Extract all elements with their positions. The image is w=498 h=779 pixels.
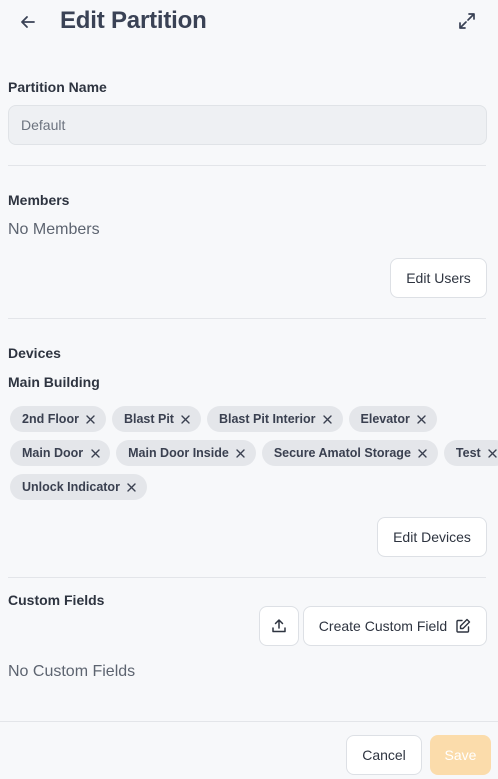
close-icon[interactable] bbox=[86, 414, 96, 424]
edit-devices-label: Edit Devices bbox=[393, 529, 471, 545]
close-icon[interactable] bbox=[90, 448, 100, 458]
device-chip: Blast Pit Interior bbox=[206, 406, 343, 432]
partition-name-label: Partition Name bbox=[8, 79, 107, 95]
close-icon[interactable] bbox=[323, 414, 333, 424]
edit-icon bbox=[456, 618, 471, 633]
edit-devices-button[interactable]: Edit Devices bbox=[377, 517, 487, 557]
close-icon[interactable] bbox=[418, 448, 428, 458]
save-button[interactable]: Save bbox=[430, 735, 491, 775]
divider bbox=[8, 318, 486, 319]
create-custom-field-button[interactable]: Create Custom Field bbox=[303, 606, 487, 646]
chip-label: Unlock Indicator bbox=[22, 480, 120, 494]
device-chip: Elevator bbox=[348, 406, 437, 432]
expand-icon bbox=[459, 13, 475, 29]
chip-label: 2nd Floor bbox=[22, 412, 79, 426]
no-custom-fields-text: No Custom Fields bbox=[8, 663, 136, 680]
device-chip: Main Door bbox=[10, 440, 111, 466]
divider bbox=[8, 165, 486, 166]
close-icon[interactable] bbox=[417, 414, 427, 424]
create-custom-field-label: Create Custom Field bbox=[318, 618, 448, 634]
arrow-left-icon bbox=[21, 16, 35, 28]
edit-users-label: Edit Users bbox=[406, 270, 471, 286]
cancel-label: Cancel bbox=[362, 747, 406, 763]
chip-row: Unlock Indicator bbox=[10, 474, 147, 500]
chip-label: Blast Pit Interior bbox=[218, 412, 316, 426]
close-icon[interactable] bbox=[181, 414, 191, 424]
close-icon[interactable] bbox=[488, 448, 498, 458]
device-chip: Test bbox=[443, 440, 498, 466]
no-members-text: No Members bbox=[8, 221, 100, 238]
chip-label: Secure Amatol Storage bbox=[273, 446, 411, 460]
chip-label: Test bbox=[455, 446, 481, 460]
custom-fields-label: Custom Fields bbox=[8, 592, 105, 608]
cancel-button[interactable]: Cancel bbox=[346, 735, 422, 775]
back-button[interactable] bbox=[16, 10, 40, 34]
edit-partition-page: Edit Partition Partition Name Members No… bbox=[0, 0, 498, 779]
save-label: Save bbox=[444, 747, 477, 763]
chip-label: Main Door Inside bbox=[128, 446, 229, 460]
devices-label: Devices bbox=[8, 345, 61, 361]
device-chip: Blast Pit bbox=[111, 406, 201, 432]
header: Edit Partition bbox=[0, 0, 498, 44]
device-chip: 2nd Floor bbox=[10, 406, 106, 432]
device-chip: Main Door Inside bbox=[116, 440, 256, 466]
page-title: Edit Partition bbox=[60, 7, 207, 34]
divider bbox=[8, 577, 486, 578]
main-building-label: Main Building bbox=[8, 374, 100, 390]
device-chip: Unlock Indicator bbox=[10, 474, 147, 500]
footer-divider bbox=[0, 721, 498, 722]
edit-users-button[interactable]: Edit Users bbox=[390, 258, 487, 298]
chip-label: Blast Pit bbox=[123, 412, 174, 426]
chip-row: 2nd Floor Blast Pit Blast Pit Interior E… bbox=[10, 406, 437, 432]
partition-name-input[interactable] bbox=[8, 105, 487, 145]
chip-label: Main Door bbox=[22, 446, 84, 460]
chip-label: Elevator bbox=[360, 412, 410, 426]
upload-icon bbox=[272, 619, 286, 633]
expand-button[interactable] bbox=[456, 10, 478, 32]
close-icon[interactable] bbox=[127, 482, 137, 492]
chip-row: Main Door Main Door Inside Secure Amatol… bbox=[10, 440, 498, 466]
device-chip: Secure Amatol Storage bbox=[261, 440, 438, 466]
close-icon[interactable] bbox=[236, 448, 246, 458]
upload-button[interactable] bbox=[259, 606, 299, 646]
members-label: Members bbox=[8, 192, 70, 208]
